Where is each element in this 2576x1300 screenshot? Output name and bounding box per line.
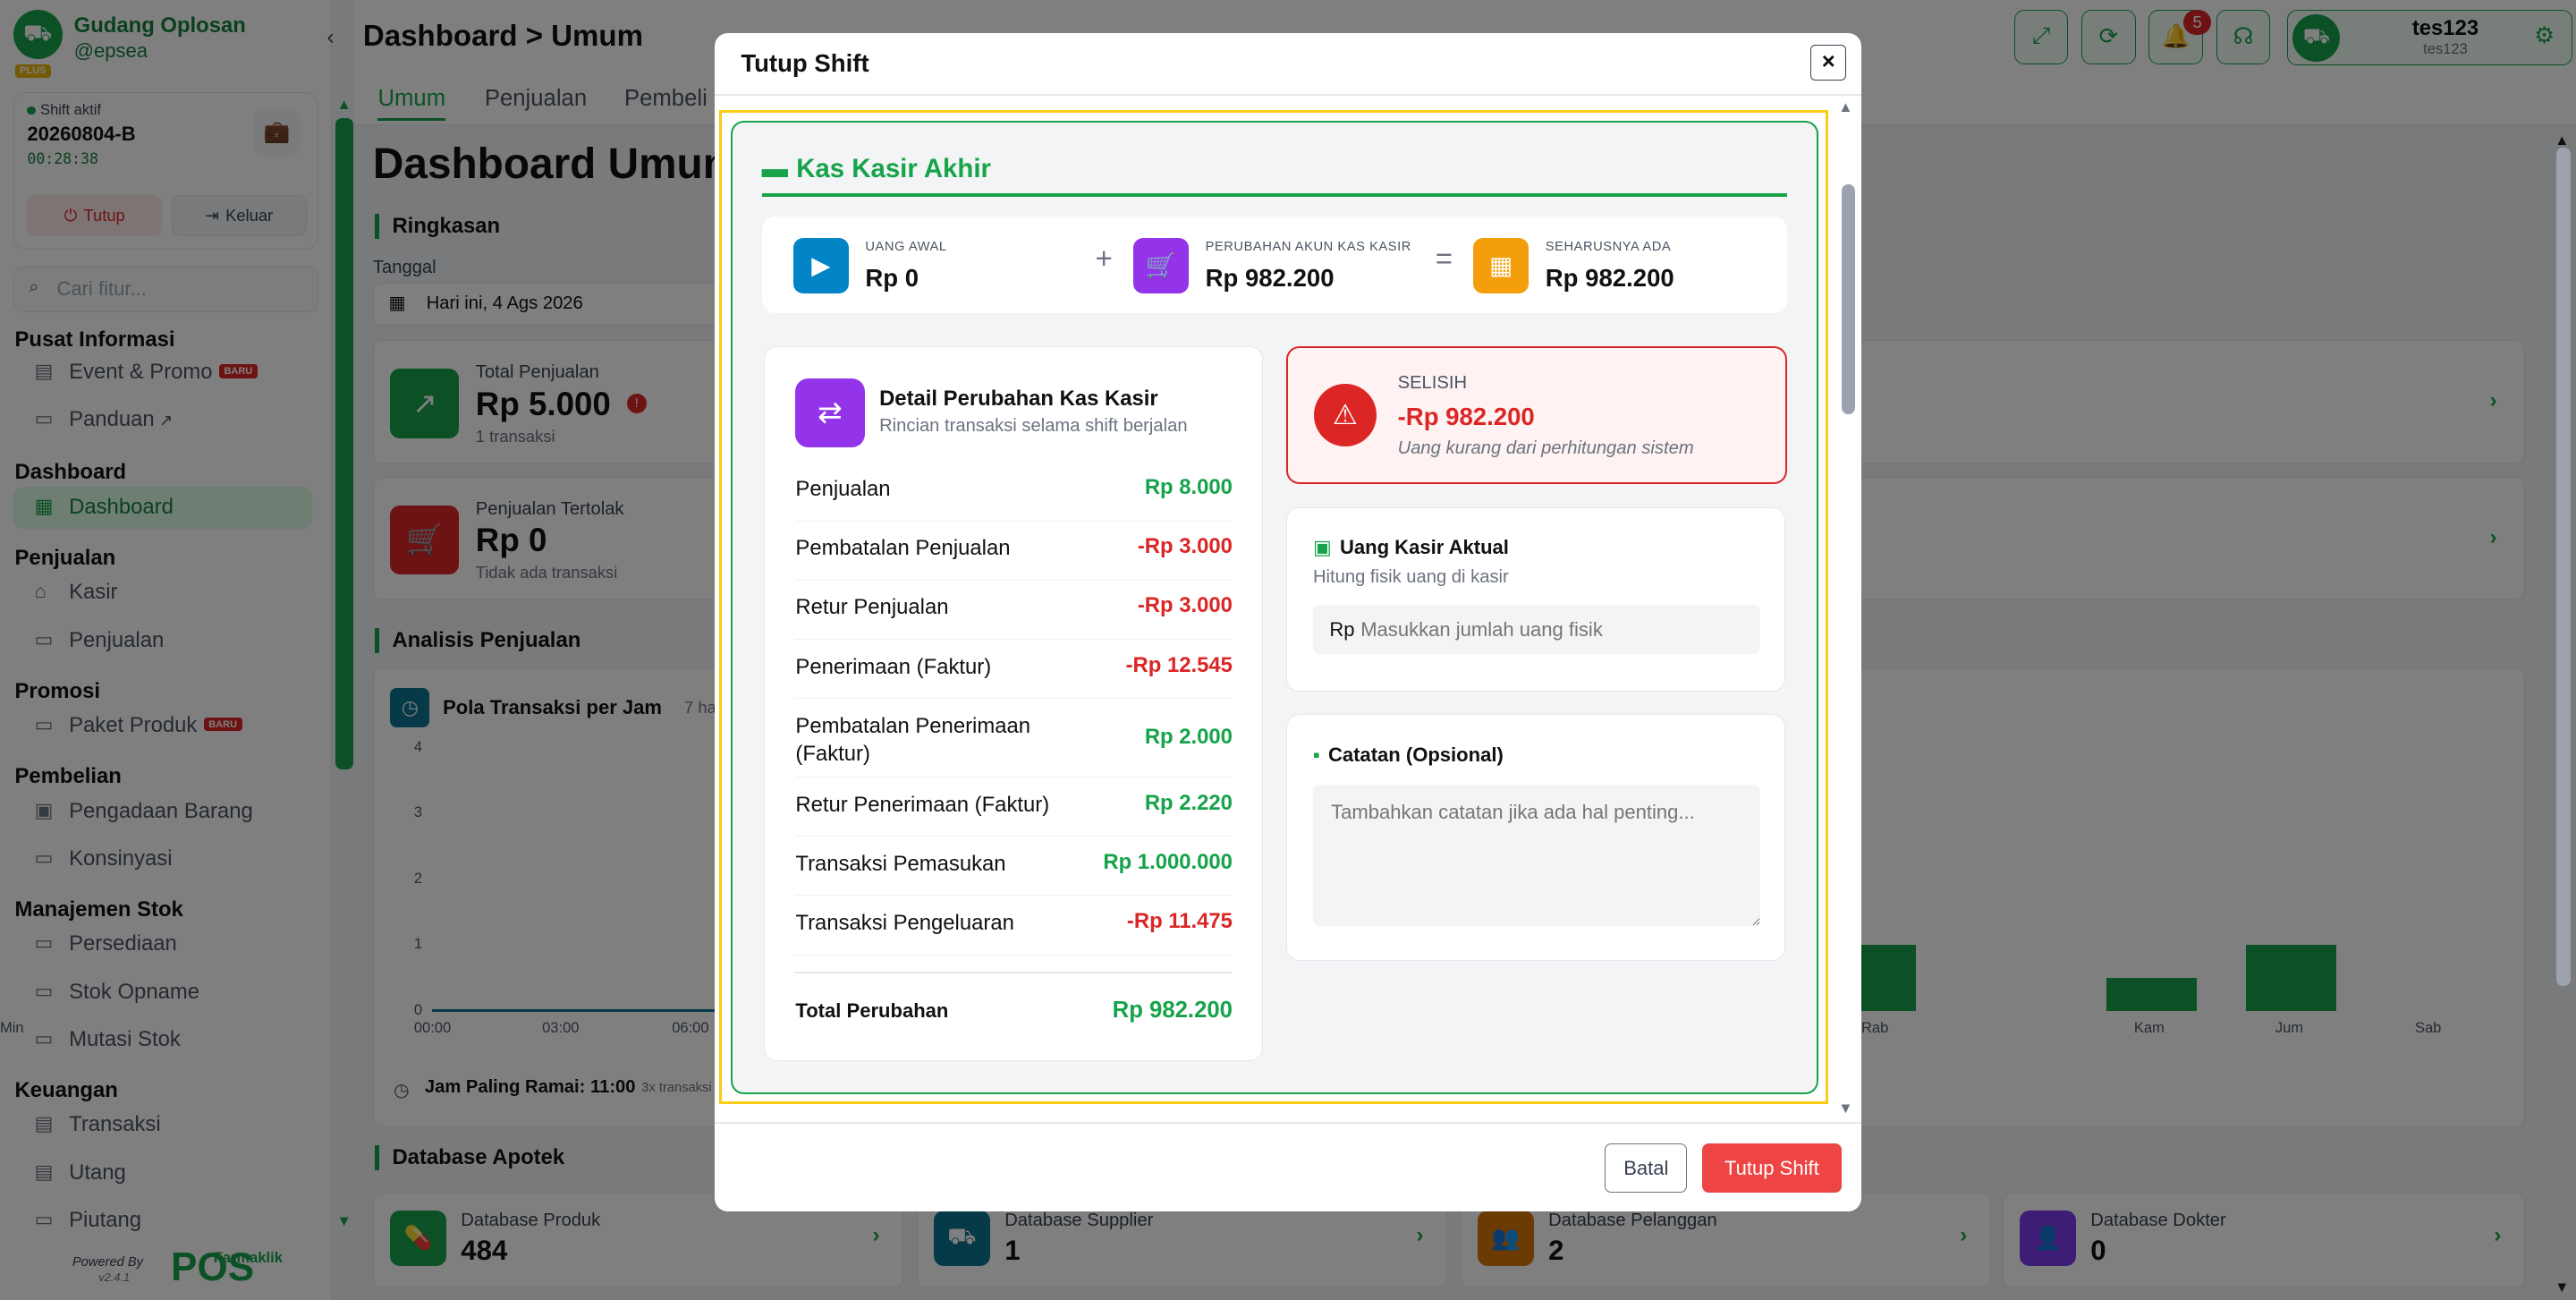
seharusnya-label: SEHARUSNYA ADA bbox=[1545, 239, 1672, 254]
cancel-button[interactable]: Batal bbox=[1605, 1143, 1688, 1194]
equals-sign: = bbox=[1435, 242, 1453, 276]
detail-row-label: Retur Penjualan bbox=[795, 595, 949, 620]
selisih-label: SELISIH bbox=[1397, 372, 1468, 393]
detail-row: Pembatalan Penjualan -Rp 3.000 bbox=[795, 522, 1233, 581]
detail-row: Penerimaan (Faktur) -Rp 12.545 bbox=[795, 640, 1233, 700]
uang-aktual-input[interactable] bbox=[1312, 605, 1760, 655]
detail-row-value: -Rp 3.000 bbox=[1137, 593, 1233, 618]
uang-awal-value: Rp 0 bbox=[865, 264, 919, 293]
selisih-card: ⚠ SELISIH -Rp 982.200 Uang kurang dari p… bbox=[1285, 345, 1787, 485]
divider bbox=[795, 971, 1233, 973]
tutup-shift-modal: Tutup Shift × ▲ ▼ ▬ Kas Kasir Akhir ▶ UAN… bbox=[714, 32, 1861, 1211]
detail-row-label: Pembatalan Penerimaan (Faktur) bbox=[795, 713, 1031, 766]
page-scroll-up-icon[interactable]: ▲ bbox=[2555, 132, 2569, 149]
detail-row-label: Retur Penerimaan (Faktur) bbox=[795, 792, 1050, 817]
modal-scroll-up-icon[interactable]: ▲ bbox=[1838, 98, 1852, 116]
play-icon: ▶ bbox=[792, 237, 849, 294]
wallet-icon: ▬ bbox=[761, 154, 789, 184]
detail-row-label: Transaksi Pengeluaran bbox=[795, 911, 1014, 936]
detail-row-label: Penjualan bbox=[795, 477, 891, 502]
modal-title: Tutup Shift bbox=[741, 49, 869, 78]
close-button[interactable]: × bbox=[1810, 44, 1847, 81]
currency-prefix: Rp bbox=[1329, 618, 1355, 642]
section-title: Kas Kasir Akhir bbox=[796, 154, 991, 184]
catatan-textarea[interactable] bbox=[1312, 784, 1760, 926]
modal-scroll-down-icon[interactable]: ▼ bbox=[1838, 1100, 1852, 1117]
note-icon: ▪ bbox=[1312, 743, 1320, 766]
divider bbox=[714, 93, 1861, 96]
detail-row-value: Rp 8.000 bbox=[1144, 475, 1233, 500]
detail-row-value: -Rp 11.475 bbox=[1126, 909, 1233, 934]
divider bbox=[714, 1122, 1861, 1125]
uang-awal-label: UANG AWAL bbox=[865, 239, 947, 254]
plus-sign: + bbox=[1095, 242, 1113, 276]
uang-kasir-aktual-card: ▣ Uang Kasir Aktual Hitung fisik uang di … bbox=[1285, 506, 1785, 692]
modal-body: ▬ Kas Kasir Akhir ▶ UANG AWAL Rp 0 + 🛒 PE… bbox=[719, 110, 1829, 1105]
summary-bar: ▶ UANG AWAL Rp 0 + 🛒 PERUBAHAN AKUN KAS … bbox=[761, 216, 1787, 314]
calculator-icon: ▦ bbox=[1472, 237, 1530, 294]
aktual-subtitle: Hitung fisik uang di kasir bbox=[1312, 567, 1509, 588]
detail-row-value: Rp 1.000.000 bbox=[1103, 850, 1233, 874]
detail-row-label: Pembatalan Penjualan bbox=[795, 536, 1011, 561]
money-icon: ▣ bbox=[1312, 536, 1332, 559]
detail-perubahan-card: ⇄ Detail Perubahan Kas Kasir Rincian tra… bbox=[763, 345, 1263, 1061]
close-icon: × bbox=[1821, 49, 1835, 75]
swap-arrows-icon: ⇄ bbox=[795, 378, 865, 448]
perubahan-label: PERUBAHAN AKUN KAS KASIR bbox=[1205, 239, 1411, 254]
detail-row: Pembatalan Penerimaan (Faktur) Rp 2.000 bbox=[795, 699, 1233, 778]
selisih-note: Uang kurang dari perhitungan sistem bbox=[1397, 438, 1694, 458]
aktual-title: Uang Kasir Aktual bbox=[1339, 536, 1509, 559]
detail-row: Transaksi Pemasukan Rp 1.000.000 bbox=[795, 837, 1233, 896]
modal-scrollbar[interactable] bbox=[1841, 183, 1855, 414]
detail-subtitle: Rincian transaksi selama shift berjalan bbox=[879, 416, 1188, 437]
perubahan-value: Rp 982.200 bbox=[1205, 264, 1335, 293]
detail-row: Retur Penjualan -Rp 3.000 bbox=[795, 581, 1233, 640]
warning-icon: ⚠ bbox=[1313, 384, 1377, 447]
page-scroll-down-icon[interactable]: ▼ bbox=[2555, 1279, 2569, 1296]
seharusnya-value: Rp 982.200 bbox=[1545, 264, 1674, 293]
total-perubahan-label: Total Perubahan bbox=[795, 999, 949, 1023]
cart-icon: 🛒 bbox=[1132, 237, 1190, 294]
page-scrollbar[interactable] bbox=[2555, 148, 2572, 986]
detail-row-value: Rp 2.000 bbox=[1144, 725, 1233, 750]
tutup-shift-button[interactable]: Tutup Shift bbox=[1701, 1143, 1842, 1194]
detail-row-value: Rp 2.220 bbox=[1144, 790, 1233, 815]
detail-row: Transaksi Pengeluaran -Rp 11.475 bbox=[795, 896, 1233, 956]
divider bbox=[761, 193, 1787, 197]
selisih-value: -Rp 982.200 bbox=[1397, 402, 1535, 430]
detail-row: Penjualan Rp 8.000 bbox=[795, 463, 1233, 522]
detail-row-label: Transaksi Pemasukan bbox=[795, 852, 1006, 876]
total-perubahan-value: Rp 982.200 bbox=[1112, 998, 1233, 1024]
kas-kasir-akhir: ▬ Kas Kasir Akhir ▶ UANG AWAL Rp 0 + 🛒 PE… bbox=[730, 121, 1818, 1094]
catatan-title: Catatan (Opsional) bbox=[1327, 743, 1504, 766]
catatan-card: ▪ Catatan (Opsional) bbox=[1285, 714, 1785, 961]
detail-row: Retur Penerimaan (Faktur) Rp 2.220 bbox=[795, 777, 1233, 837]
detail-row-value: -Rp 12.545 bbox=[1125, 652, 1233, 677]
detail-row-label: Penerimaan (Faktur) bbox=[795, 654, 992, 679]
detail-row-value: -Rp 3.000 bbox=[1137, 534, 1233, 559]
detail-title: Detail Perubahan Kas Kasir bbox=[879, 387, 1158, 412]
